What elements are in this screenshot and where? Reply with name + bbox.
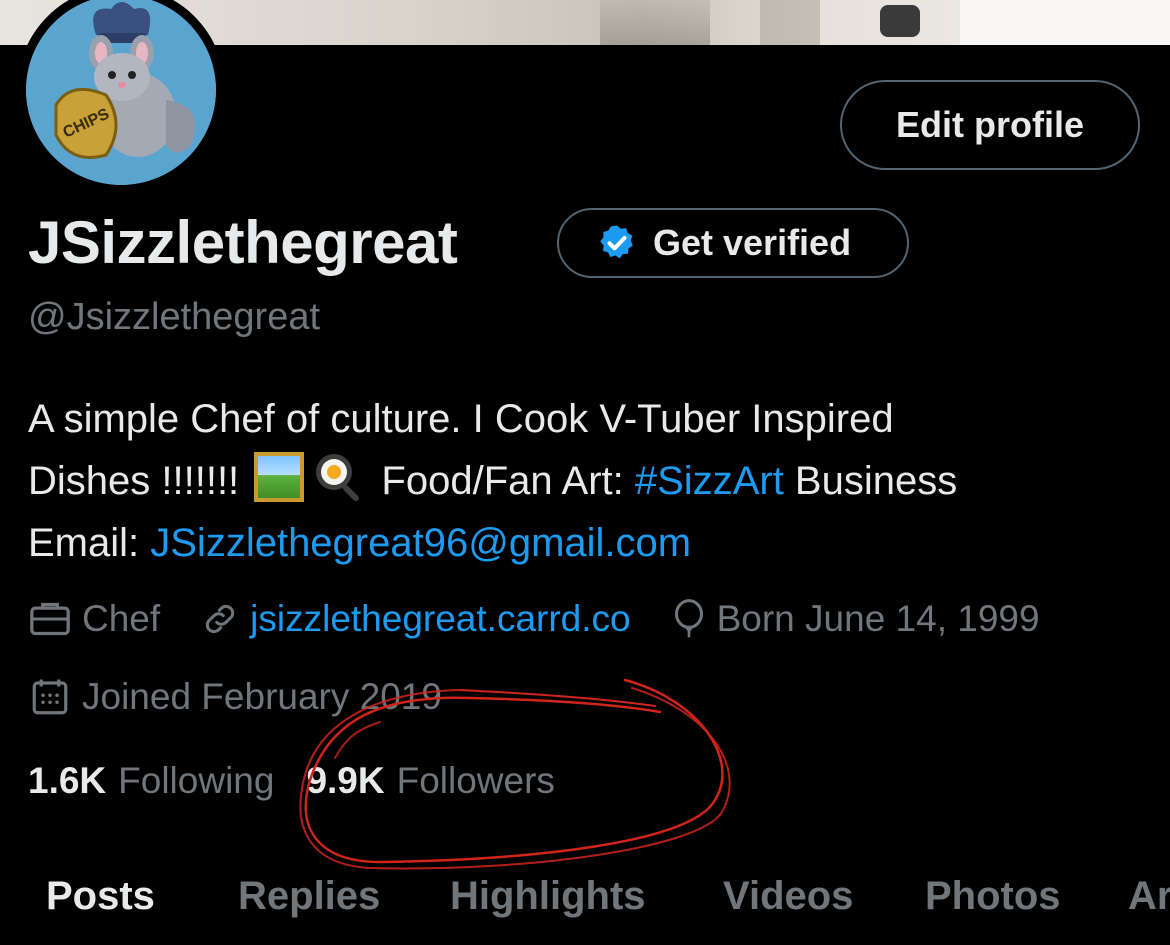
briefcase-icon xyxy=(30,602,70,636)
bio-text: Dishes !!!!!!! xyxy=(28,459,251,503)
bio-text: Business xyxy=(783,459,958,503)
banner-shape xyxy=(600,0,710,45)
joined-item: Joined February 2019 xyxy=(28,676,442,718)
banner-shape xyxy=(960,0,1170,45)
tab-videos[interactable]: Videos xyxy=(723,874,853,919)
calendar-icon xyxy=(32,679,68,715)
bio-text: Food/Fan Art: xyxy=(370,459,635,503)
birthday-label: Born June 14, 1999 xyxy=(716,598,1040,639)
bio-line-3: Email: JSizzlethegreat96@gmail.com xyxy=(28,512,1138,574)
followers-label: Followers xyxy=(396,760,555,801)
birthday-item: Born June 14, 1999 xyxy=(671,598,1040,640)
profile-meta-row: Joined February 2019 xyxy=(28,676,482,718)
verified-badge-icon xyxy=(600,225,633,259)
following-count: 1.6K xyxy=(28,760,107,801)
bio-line-2: Dishes !!!!!!! Food/Fan Art: #SizzArt Bu… xyxy=(28,450,1138,512)
followers-count: 9.9K xyxy=(306,760,385,801)
bio-text: Email: xyxy=(28,521,151,565)
get-verified-label: Get verified xyxy=(653,222,852,263)
following-label: Following xyxy=(118,760,275,801)
profile-meta-row: Chef jsizzlethegreat.carrd.co Born June … xyxy=(28,598,1080,640)
tab-replies[interactable]: Replies xyxy=(238,874,380,919)
banner-shape xyxy=(760,0,820,45)
link-icon xyxy=(206,604,235,634)
website-link[interactable]: jsizzlethegreat.carrd.co xyxy=(250,598,630,640)
banner-watch xyxy=(880,5,920,37)
website-item[interactable]: jsizzlethegreat.carrd.co xyxy=(200,598,631,640)
frying-egg-emoji xyxy=(316,454,360,502)
tab-posts[interactable]: Posts xyxy=(46,874,155,919)
tab-photos[interactable]: Photos xyxy=(925,874,1061,919)
avatar[interactable]: CHIPS xyxy=(17,0,225,194)
profile-bio: A simple Chef of culture. I Cook V-Tuber… xyxy=(28,388,1138,574)
balloon-icon xyxy=(674,599,703,638)
following-stat[interactable]: 1.6K Following xyxy=(28,760,274,802)
display-name: JSizzlethegreat xyxy=(28,209,458,276)
avatar-image: CHIPS xyxy=(26,0,216,185)
tab-highlights[interactable]: Highlights xyxy=(450,874,646,919)
edit-profile-button[interactable]: Edit profile xyxy=(840,80,1140,170)
occupation-label: Chef xyxy=(82,598,161,639)
hashtag-link[interactable]: #SizzArt xyxy=(635,459,784,503)
bio-line-1: A simple Chef of culture. I Cook V-Tuber… xyxy=(28,397,894,441)
follow-stats: 1.6K Following 9.9K Followers xyxy=(28,760,587,802)
profile-tabs: Posts Replies Highlights Videos Photos A… xyxy=(0,868,1170,945)
followers-stat[interactable]: 9.9K Followers xyxy=(306,760,554,802)
occupation-item: Chef xyxy=(28,598,160,640)
joined-label: Joined February 2019 xyxy=(82,676,442,717)
email-link[interactable]: JSizzlethegreat96@gmail.com xyxy=(150,521,691,565)
get-verified-button[interactable]: Get verified xyxy=(557,208,909,278)
tab-articles[interactable]: Ar xyxy=(1128,874,1170,919)
chinchilla-chef-illustration: CHIPS xyxy=(26,0,216,185)
user-handle: @Jsizzlethegreat xyxy=(28,296,321,338)
framed-picture-emoji xyxy=(254,452,305,502)
